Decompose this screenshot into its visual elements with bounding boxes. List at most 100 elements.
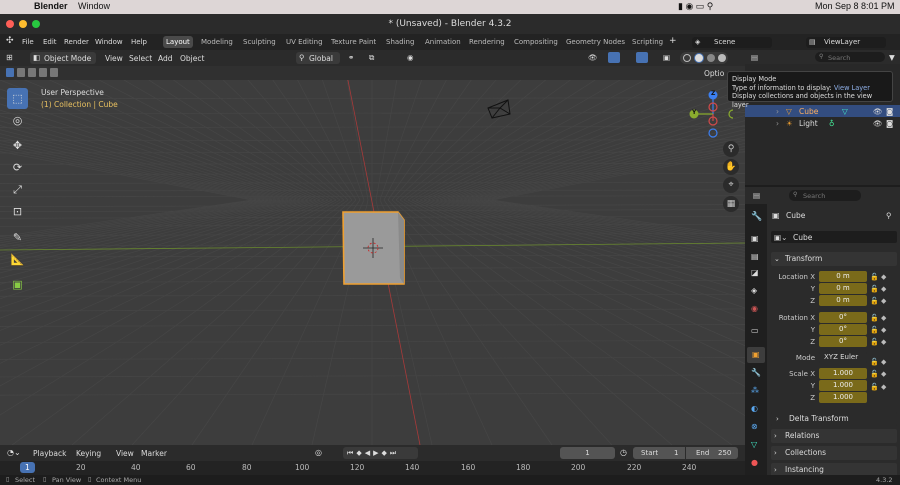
render-tab-icon[interactable]: ▣ bbox=[751, 234, 759, 243]
location-y-field[interactable]: 0 m bbox=[819, 283, 867, 294]
location-z-field[interactable]: 0 m bbox=[819, 295, 867, 306]
relations-panel[interactable]: › Relations bbox=[771, 429, 897, 443]
rotation-mode-dropdown[interactable]: XYZ Euler bbox=[819, 352, 867, 363]
select-mode-subtract-icon[interactable] bbox=[28, 68, 36, 77]
scale-tool[interactable]: ⤢ bbox=[7, 179, 28, 200]
cursor-tool[interactable]: ◎ bbox=[7, 110, 28, 131]
viewport-menu-select[interactable]: Select bbox=[129, 54, 152, 63]
timeline-ruler[interactable]: 1 20 40 60 80 100 120 140 160 180 200 22… bbox=[0, 461, 745, 475]
minimize-window-button[interactable] bbox=[19, 20, 27, 28]
camera-view-icon[interactable]: ⌖ bbox=[723, 177, 739, 193]
lock-keyframe-row[interactable]: 🔓 ◆ bbox=[870, 295, 894, 307]
tab-geometry-nodes[interactable]: Geometry Nodes bbox=[563, 36, 628, 48]
3d-viewport[interactable]: ⊙ bbox=[0, 50, 745, 445]
scale-x-field[interactable]: 1.000 bbox=[819, 368, 867, 379]
lock-keyframe-row[interactable]: 🔓 ◆ bbox=[870, 283, 894, 295]
material-shading-icon[interactable] bbox=[707, 54, 715, 62]
viewport-menu-view[interactable]: View bbox=[105, 54, 123, 63]
tab-layout[interactable]: Layout bbox=[163, 36, 193, 48]
blender-logo-icon[interactable]: ✣ bbox=[6, 36, 14, 46]
zoom-icon[interactable]: ⚲ bbox=[723, 141, 739, 157]
timeline-menu-view[interactable]: View bbox=[116, 449, 134, 458]
tab-sculpting[interactable]: Sculpting bbox=[240, 36, 279, 48]
properties-editor-icon[interactable]: ▤ bbox=[753, 191, 760, 200]
close-window-button[interactable] bbox=[6, 20, 14, 28]
scale-z-field[interactable]: 1.000 bbox=[819, 392, 867, 403]
output-tab-icon[interactable]: ▤ bbox=[751, 252, 759, 261]
transform-panel-header[interactable]: ⌄ Transform bbox=[771, 252, 897, 266]
zoom-window-button[interactable] bbox=[32, 20, 40, 28]
snap-icon[interactable]: ⧉ bbox=[369, 53, 374, 63]
viewlayer-selector[interactable]: ▤ ViewLayer bbox=[806, 37, 886, 48]
add-cube-tool[interactable]: ▣ bbox=[7, 274, 28, 295]
tab-compositing[interactable]: Compositing bbox=[511, 36, 561, 48]
scene-selector[interactable]: ◈ Scene bbox=[692, 37, 772, 48]
lock-keyframe-row[interactable]: 🔓 ◆ bbox=[870, 324, 894, 336]
outliner-editor-icon[interactable]: ▤ bbox=[751, 53, 758, 62]
outliner-search[interactable]: ⚲ Search bbox=[815, 52, 885, 62]
app-menu[interactable]: Blender bbox=[34, 1, 68, 11]
tab-shading[interactable]: Shading bbox=[383, 36, 417, 48]
tab-uv-editing[interactable]: UV Editing bbox=[283, 36, 326, 48]
pin-icon[interactable]: ⚲ bbox=[886, 211, 892, 220]
select-mode-extend-icon[interactable] bbox=[17, 68, 25, 77]
move-tool[interactable]: ✥ bbox=[7, 135, 28, 156]
menu-file[interactable]: File bbox=[22, 38, 34, 46]
filter-icon[interactable]: ▼ bbox=[889, 53, 895, 62]
viewport-menu-add[interactable]: Add bbox=[158, 54, 173, 63]
jump-start-icon[interactable]: ⏮ bbox=[347, 449, 356, 457]
window-menu[interactable]: Window bbox=[78, 1, 110, 11]
autokey-icon[interactable]: ◎ bbox=[315, 448, 322, 457]
tab-texture-paint[interactable]: Texture Paint bbox=[328, 36, 379, 48]
properties-search[interactable]: ⚲ Search bbox=[789, 190, 861, 201]
expand-arrow-icon[interactable]: › bbox=[776, 119, 779, 128]
perspective-toggle-icon[interactable]: ▦ bbox=[723, 196, 739, 212]
constraints-tab-icon[interactable]: ⊗ bbox=[751, 422, 758, 431]
tab-animation[interactable]: Animation bbox=[422, 36, 464, 48]
transform-tool[interactable]: ⊡ bbox=[7, 201, 28, 222]
gizmo-toggle-icon[interactable] bbox=[608, 52, 620, 63]
rotation-z-field[interactable]: 0° bbox=[819, 336, 867, 347]
play-reverse-icon[interactable]: ◀ bbox=[365, 449, 373, 457]
viewport-menu-object[interactable]: Object bbox=[180, 54, 204, 63]
menu-window[interactable]: Window bbox=[95, 38, 123, 46]
pan-hand-icon[interactable]: ✋ bbox=[723, 159, 739, 175]
physics-tab-icon[interactable]: ◐ bbox=[751, 404, 758, 413]
rotation-x-field[interactable]: 0° bbox=[819, 312, 867, 323]
object-name-field[interactable]: ▣⌄ Cube bbox=[771, 231, 897, 243]
select-mode-intersect-icon[interactable] bbox=[50, 68, 58, 77]
wireframe-shading-icon[interactable] bbox=[683, 54, 691, 62]
lock-keyframe-row[interactable]: 🔓 ◆ bbox=[870, 312, 894, 324]
cube-object[interactable] bbox=[338, 208, 410, 288]
data-tab-icon[interactable]: ▽ bbox=[751, 440, 757, 449]
transform-orientation-dropdown[interactable]: ⚲ Global bbox=[296, 52, 340, 64]
current-frame-field[interactable]: 1 bbox=[560, 447, 615, 459]
select-mode-invert-icon[interactable] bbox=[39, 68, 47, 77]
visibility-icon[interactable]: 👁 bbox=[588, 53, 598, 62]
menu-render[interactable]: Render bbox=[64, 38, 89, 46]
tab-rendering[interactable]: Rendering bbox=[466, 36, 508, 48]
mode-dropdown[interactable]: ◧ Object Mode bbox=[30, 52, 96, 64]
select-mode-new-icon[interactable] bbox=[6, 68, 14, 77]
delta-transform-panel[interactable]: › Delta Transform bbox=[771, 412, 897, 426]
end-frame-field[interactable]: End 250 bbox=[686, 447, 738, 459]
proportional-edit-icon[interactable]: ◉ bbox=[407, 53, 414, 62]
timeline-menu-marker[interactable]: Marker bbox=[141, 449, 167, 458]
preview-range-icon[interactable]: ◷ bbox=[620, 448, 627, 457]
rotate-tool[interactable]: ⟳ bbox=[7, 157, 28, 178]
annotate-tool[interactable]: ✎ bbox=[7, 227, 28, 248]
rendered-shading-icon[interactable] bbox=[718, 54, 726, 62]
menu-edit[interactable]: Edit bbox=[43, 38, 57, 46]
xray-icon[interactable]: ▣ bbox=[663, 53, 670, 62]
eye-icon[interactable]: 👁 bbox=[873, 119, 883, 128]
rotation-y-field[interactable]: 0° bbox=[819, 324, 867, 335]
lock-keyframe-row[interactable]: 🔓 ◆ bbox=[870, 368, 894, 380]
editor-type-icon[interactable]: ⊞ bbox=[6, 53, 13, 62]
world-tab-icon[interactable]: ◉ bbox=[751, 304, 758, 313]
tab-scripting[interactable]: Scripting bbox=[629, 36, 666, 48]
material-tab-icon[interactable]: ● bbox=[751, 458, 758, 467]
outliner-row-light[interactable]: › ☀ Light ♁ 👁 ◙ bbox=[745, 117, 900, 129]
start-frame-field[interactable]: Start 1 bbox=[633, 447, 685, 459]
tool-tab-icon[interactable]: 🔧 bbox=[751, 212, 762, 222]
measure-tool[interactable]: 📐 bbox=[7, 249, 28, 270]
